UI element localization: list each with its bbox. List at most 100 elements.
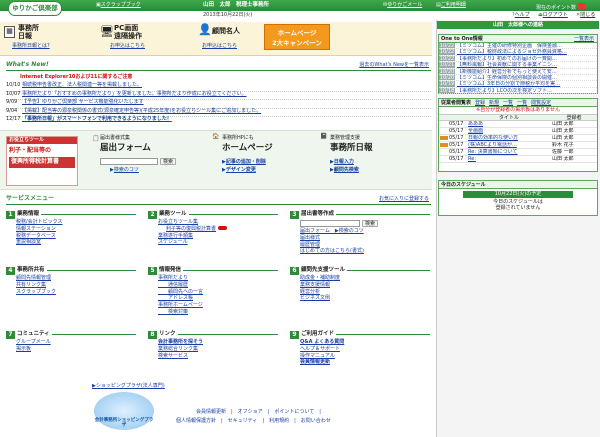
oto-text[interactable]: 【ミツコム】生命保険の個別相談会の開催… [457, 75, 557, 80]
bbs-title-link[interactable]: あああ [468, 121, 552, 127]
bbs-title-link[interactable]: (株)ABCより電話が... [468, 142, 552, 148]
menu-item[interactable]: 税務/会計トピックス [16, 219, 136, 226]
bbs-title-link[interactable]: 日報の効率的な使い方 [468, 135, 552, 141]
list-item[interactable]: 12/17 「事務所日報」がスマートフォンで利用できるようになりました！ [6, 116, 431, 126]
promo-nippo-input-link[interactable]: ▶日報入力 [330, 159, 354, 166]
table-row[interactable]: 05/17 Re: 決算書類について 佐藤 一郎 [439, 149, 597, 156]
banner-remote-sub[interactable]: お申込はこちら [110, 43, 145, 50]
menu-item[interactable]: 事務所だより [158, 275, 278, 282]
menu-item[interactable]: お役立ちツール集 [158, 219, 278, 226]
promo-forms-tips-link[interactable]: ▶検索のコツ [110, 167, 139, 174]
table-row[interactable]: 05/17 Re: 山田 太郎 [439, 156, 597, 163]
menu-item[interactable]: 会員情報更新 [300, 359, 430, 366]
menu-item[interactable]: スケジュール [158, 239, 278, 246]
shopping-link[interactable]: ▶ショッピングプラザ(法人専門) [92, 383, 165, 390]
bbs-settings-link[interactable]: 閲覧設定 [531, 99, 551, 106]
bbs-title-link[interactable]: Re: [468, 156, 552, 162]
section-label[interactable]: 業務ツール [159, 211, 187, 217]
help-link[interactable]: ?ヘルプ [512, 12, 530, 19]
menu-item[interactable]: 届出様式 [300, 235, 430, 242]
mypage-link[interactable]: ▤ご利用明細 [436, 2, 466, 9]
menu-item[interactable]: 掲示板 [16, 346, 136, 353]
schedule-date[interactable]: 10月22日(火)の予定 [463, 191, 573, 198]
promo-nippo-title[interactable]: 事務所日報 [330, 143, 373, 154]
table-row[interactable]: 05/17 全画面 山田 太郎 [439, 128, 597, 135]
oto-more-link[interactable]: 一覧表示 [574, 35, 594, 43]
oto-text[interactable]: 【事務所だより】初めてのお届けの一斉開… [457, 56, 557, 61]
menu-item[interactable]: Q&A よくある質問 [300, 339, 430, 346]
oto-text[interactable]: 【無料風報】社会貢献に関する事業イニシ… [457, 62, 557, 67]
promo-homepage-design-link[interactable]: ▶デザイン変更 [222, 167, 256, 174]
promo-homepage-edit-link[interactable]: ▶記事の追加・削除 [222, 159, 266, 166]
site-logo[interactable]: ゆりかご倶楽部 [8, 1, 62, 16]
menu-item[interactable]: 業務支援情報 [300, 282, 430, 289]
menu-item[interactable]: 事務所ホームページ [158, 302, 278, 309]
office-notice-bar[interactable]: 山田 太郎様への連絡 [437, 21, 599, 29]
section-label[interactable]: リンク [159, 331, 176, 337]
menu-item[interactable]: 利子等の復興税計算書 [158, 225, 278, 233]
table-row[interactable]: 05/17 あああ 山田 太郎 [439, 121, 597, 128]
forms-search-input[interactable] [300, 220, 360, 227]
promo-homepage-title[interactable]: ホームページ [222, 143, 273, 154]
promo-nippo-search-link[interactable]: ▶顧問先検索 [330, 167, 359, 174]
menu-item[interactable]: ビジネス文例 [300, 295, 430, 302]
menu-item[interactable]: 顧問先情報管理 [16, 275, 136, 282]
oto-item[interactable]: 10/18 【事務所だより】LCOの次を検定ソフト... [439, 87, 597, 95]
menu-item[interactable]: 業務総合リンク集 [158, 346, 278, 353]
promo-forms-search-button[interactable]: 検索 [160, 158, 177, 165]
shopping-logo[interactable]: 会計事務所ショッピングプラザ [94, 392, 154, 430]
oto-text[interactable]: 【新機能紹介】経営分析でもっと使えて安… [457, 69, 557, 74]
forms-search-button[interactable]: 検索 [362, 220, 379, 227]
banner-nippo[interactable]: ▦ 事務所 日報 事務所日報とは? [4, 24, 92, 52]
menu-item[interactable]: 重説相談室 [16, 239, 136, 246]
whatsnew-past-link[interactable]: 過去のWhat's Newを一覧表示 [359, 62, 429, 69]
menu-item[interactable]: グループメール [16, 339, 136, 346]
table-row[interactable]: 05/17 日報の効率的な使い方 山田 太郎 [439, 135, 597, 142]
points-badge[interactable] [577, 3, 585, 9]
bbs-title-link[interactable]: 全画面 [468, 128, 552, 134]
menu-item[interactable]: 情報ステーション [16, 226, 136, 233]
menu-item[interactable]: 届出フォーム ▶検索のコツ [300, 228, 430, 235]
menu-item[interactable]: スクラップブック [16, 289, 136, 296]
section-label[interactable]: コミュニティ [17, 331, 50, 337]
bbs-list-link[interactable]: 一覧 [503, 99, 513, 106]
banner-nippo-sub[interactable]: 事務所日報とは? [12, 43, 50, 50]
bbs-title-link[interactable]: Re: 決算書類について [468, 149, 552, 155]
menu-item[interactable]: ヘルプ＆サポート [300, 346, 430, 353]
oto-text[interactable]: 【ミツコム】主催の研修特別企画 保険金融… [457, 43, 562, 48]
promo-forms-search-input[interactable] [100, 158, 158, 165]
banner-komon[interactable]: 👤 顧問名人 お申込はこちら [198, 23, 268, 52]
mail-link[interactable]: ✉ゆりかごメール [383, 2, 422, 9]
menu-item[interactable]: 共有リンク集 [16, 282, 136, 289]
bbs-new-link[interactable]: 新規 [489, 99, 499, 106]
menu-item[interactable]: 助成金・補助制度 [300, 275, 430, 282]
menu-item[interactable]: 会計事務所を探そう [158, 339, 278, 346]
oto-text[interactable]: 【ミツコム】税財政法によるジョセ外務員資格… [457, 49, 567, 54]
logout-link[interactable]: ⏏ログアウト [538, 12, 568, 19]
promo-tools[interactable]: お役立ちツール 利子・配当等の 復興所得税計算書 [6, 136, 78, 186]
banner-campaign[interactable]: ホームページ 2大キャンペーン [264, 24, 330, 50]
menu-item[interactable]: 通信履歴 [158, 282, 278, 289]
section-label[interactable]: 業務情報 [17, 211, 39, 217]
footer-links-2[interactable]: 個人情報保護方針 | セキュリティ | 利用規約 | お問い合わせ [176, 418, 331, 425]
menu-item[interactable]: 検索対策 [158, 309, 278, 316]
bbs-list2-link[interactable]: 一覧 [517, 99, 527, 106]
oto-text[interactable]: 【事務所だより】LCOの次を検定ソフト... [457, 88, 552, 93]
favorite-link[interactable]: お気に入りに登録する [379, 196, 429, 203]
section-label[interactable]: ご利用ガイド [301, 331, 334, 337]
menu-item[interactable]: はじめての方はこちら(書式) [300, 248, 430, 255]
section-label[interactable]: 顧問先支援ツール [301, 267, 345, 273]
promo-forms-title[interactable]: 届出フォーム [100, 143, 151, 154]
close-link[interactable]: ✕閉じる [576, 12, 595, 19]
section-label[interactable]: 事務所共有 [17, 267, 45, 273]
table-row[interactable]: 05/17 (株)ABCより電話が... 鈴木 花子 [439, 142, 597, 149]
scrap-link[interactable]: ▣スクラップブック [96, 2, 141, 9]
oto-text[interactable]: 【ミツコム】3年日の分割で節税か平均を実… [457, 81, 560, 86]
whatsnew-headline[interactable]: Internet Explorer10および11に関するご注意 [20, 74, 132, 81]
footer-links-1[interactable]: 会員情報更新 | オフショア | ポイントについて | [196, 409, 321, 416]
banner-komon-sub[interactable]: お申込はこちら [202, 43, 237, 50]
bbs-register-link[interactable]: 登録 [475, 99, 485, 106]
menu-item[interactable]: 検索サービス [158, 353, 278, 360]
section-label[interactable]: 届出書等作成 [301, 211, 334, 217]
section-label[interactable]: 情報発信 [159, 267, 181, 273]
